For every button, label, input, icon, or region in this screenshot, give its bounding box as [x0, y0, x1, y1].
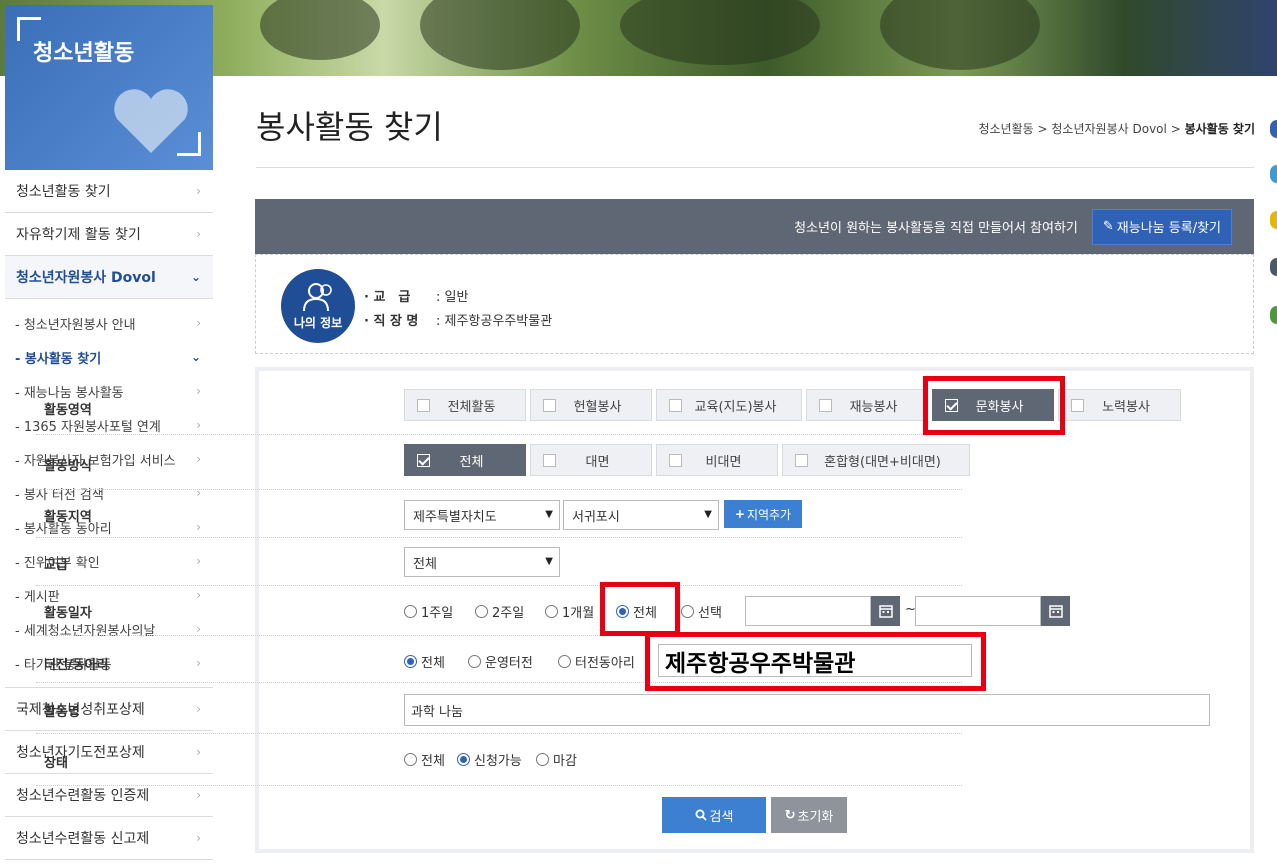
info-row-grade: · 교 급: 일반 [364, 290, 469, 305]
talent-share-text: 청소년이 원하는 봉사활동을 직접 만들어서 참여하기 [794, 221, 1078, 236]
method-all-checkbox[interactable]: 전체 [404, 444, 526, 476]
area-blood-checkbox[interactable]: 헌혈봉사 [530, 389, 652, 421]
my-info-box: 나의 정보 · 교 급: 일반 · 직 장 명: 제주항공우주박물관 [255, 254, 1254, 354]
sidebar-subitem-active[interactable]: - 봉사활동 찾기 ⌄ [5, 340, 213, 374]
breadcrumb-link[interactable]: 청소년활동 [978, 122, 1033, 136]
venue-operating-radio[interactable]: 운영터전 [468, 652, 533, 671]
activity-name-input[interactable]: 과학 나눔 [404, 694, 1210, 726]
talent-share-bar: 청소년이 원하는 봉사활동을 직접 만들어서 참여하기 ✎ 재능나눔 등록/찾기 [255, 199, 1254, 254]
radio-icon [475, 605, 488, 618]
chevron-right-icon: › [196, 788, 201, 802]
checkbox-checked-icon [417, 453, 430, 467]
radio-icon [536, 753, 549, 766]
lnb-title: 청소년활동 [33, 41, 135, 66]
grade-select[interactable]: 전체 ▼ [404, 547, 560, 577]
date-end-input[interactable] [915, 596, 1041, 626]
breadcrumb: 청소년활동 > 청소년자원봉사 Dovol > 봉사활동 찾기 [978, 122, 1255, 136]
plus-icon: + [734, 507, 745, 521]
breadcrumb-link[interactable]: 청소년자원봉사 Dovol [1051, 122, 1166, 136]
talent-share-button[interactable]: ✎ 재능나눔 등록/찾기 [1091, 208, 1232, 245]
search-icon [695, 809, 707, 821]
checkbox-icon [1071, 398, 1084, 412]
reset-button[interactable]: ↻ 초기화 [771, 797, 847, 833]
method-offline-checkbox[interactable]: 대면 [530, 444, 652, 476]
sidebar-item-activity-search[interactable]: 청소년활동 찾기 › [5, 170, 213, 213]
radio-icon [545, 605, 558, 618]
checkbox-icon [819, 398, 832, 412]
radio-selected-icon [404, 655, 417, 668]
calendar-icon[interactable] [1041, 596, 1070, 626]
checkbox-icon [417, 398, 430, 412]
venue-club-radio[interactable]: 터전동아리 [558, 652, 635, 671]
highlight-box [923, 376, 1065, 435]
area-all-checkbox[interactable]: 전체활동 [404, 389, 526, 421]
calendar-icon[interactable] [871, 596, 900, 626]
date-1week-radio[interactable]: 1주일 [404, 602, 453, 621]
date-2week-radio[interactable]: 2주일 [475, 602, 524, 621]
area-talent-checkbox[interactable]: 재능봉사 [806, 389, 928, 421]
status-available-radio[interactable]: 신청가능 [457, 750, 522, 769]
chevron-right-icon: › [196, 831, 201, 845]
my-info-avatar: 나의 정보 [281, 269, 355, 343]
user-icon [303, 283, 332, 312]
checkbox-icon [669, 398, 682, 412]
sidebar-item-report[interactable]: 청소년수련활동 신고제 › [5, 817, 213, 860]
venue-search-input[interactable]: 제주항공우주박물관 [658, 644, 972, 677]
venue-all-radio[interactable]: 전체 [404, 652, 445, 671]
city-select[interactable]: 서귀포시 ▼ [563, 500, 719, 530]
province-select[interactable]: 제주특별자치도 ▼ [404, 500, 560, 530]
method-online-checkbox[interactable]: 비대면 [656, 444, 778, 476]
checkbox-icon [543, 453, 556, 467]
chevron-right-icon: › [196, 316, 201, 330]
radio-icon [468, 655, 481, 668]
page-title: 봉사활동 찾기 [256, 108, 443, 146]
status-all-radio[interactable]: 전체 [404, 750, 445, 769]
chevron-down-icon: ⌄ [190, 270, 201, 284]
chevron-down-icon: ⌄ [190, 350, 201, 364]
checkbox-icon [795, 453, 808, 467]
chevron-down-icon: ▼ [704, 509, 712, 520]
highlight-box [600, 582, 680, 636]
pencil-icon: ✎ [1102, 219, 1114, 234]
corner-decoration [177, 132, 201, 156]
radio-icon [404, 753, 417, 766]
radio-selected-icon [457, 753, 470, 766]
sidebar-subitem[interactable]: - 청소년자원봉사 안내 › [5, 306, 213, 340]
date-1month-radio[interactable]: 1개월 [545, 602, 594, 621]
method-hybrid-checkbox[interactable]: 혼합형(대면+비대면) [782, 444, 970, 476]
radio-icon [404, 605, 417, 618]
area-education-checkbox[interactable]: 교육(지도)봉사 [656, 389, 802, 421]
date-start-input[interactable] [745, 596, 871, 626]
status-closed-radio[interactable]: 마감 [536, 750, 577, 769]
chevron-right-icon: › [196, 227, 201, 241]
chevron-down-icon: ▼ [545, 509, 553, 520]
radio-icon [681, 605, 694, 618]
chevron-right-icon: › [196, 184, 201, 198]
date-custom-radio[interactable]: 선택 [681, 602, 722, 621]
divider [256, 167, 1254, 168]
checkbox-icon [669, 453, 682, 467]
sidebar-item-free-semester[interactable]: 자유학기제 활동 찾기 › [5, 213, 213, 256]
refresh-icon: ↻ [784, 807, 796, 823]
area-labor-checkbox[interactable]: 노력봉사 [1058, 389, 1181, 421]
search-button[interactable]: 검색 [662, 797, 766, 833]
checkbox-icon [543, 398, 556, 412]
chevron-down-icon: ▼ [545, 556, 553, 567]
radio-icon [558, 655, 571, 668]
sidebar-item-dovol[interactable]: 청소년자원봉사 Dovol ⌄ [5, 256, 213, 299]
add-region-button[interactable]: + 지역추가 [724, 500, 802, 528]
info-row-workplace: · 직 장 명: 제주항공우주박물관 [364, 314, 553, 329]
breadcrumb-current: 봉사활동 찾기 [1184, 122, 1255, 136]
lnb-title-box: 청소년활동 [5, 5, 213, 170]
